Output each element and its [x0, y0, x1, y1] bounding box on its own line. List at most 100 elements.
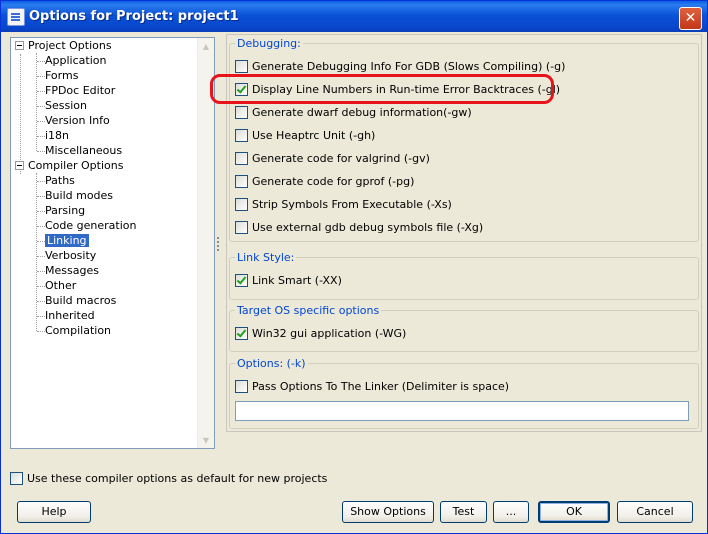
tree-node-application[interactable]: Application [45, 53, 106, 68]
tree-node-inherited[interactable]: Inherited [45, 308, 95, 323]
checkbox-box[interactable] [235, 274, 248, 287]
link-style-label: Link Style: [235, 251, 297, 264]
tree-node-messages[interactable]: Messages [45, 263, 99, 278]
debugging-label: Debugging: [235, 37, 303, 50]
checkbox-box[interactable] [10, 472, 23, 485]
tree-node-parsing[interactable]: Parsing [45, 203, 85, 218]
tree-node-linking[interactable]: Linking [45, 233, 89, 248]
tree-node-label: Compilation [45, 324, 112, 337]
checkbox-label: Generate code for gprof (-pg) [252, 175, 415, 188]
debug-option-checkbox[interactable]: Generate dwarf debug information(-gw) [235, 106, 472, 120]
tree-node-project-options[interactable]: Project Options [15, 38, 112, 53]
checkbox-label: Strip Symbols From Executable (-Xs) [252, 198, 452, 211]
tree-node-label: Paths [45, 174, 75, 187]
tree-node-label: i18n [45, 129, 70, 142]
tree-node-label: Inherited [45, 309, 95, 322]
tree-node-verbosity[interactable]: Verbosity [45, 248, 96, 263]
tree-line [37, 136, 45, 137]
tree-node-other[interactable]: Other [45, 278, 76, 293]
checkbox-label: Use Heaptrc Unit (-gh) [252, 129, 376, 142]
ok-button[interactable]: OK [538, 501, 610, 523]
tree-node-label: Linking [45, 234, 89, 247]
checkbox-box[interactable] [235, 380, 248, 393]
tree-node-version-info[interactable]: Version Info [45, 113, 110, 128]
tree-node-miscellaneous[interactable]: Miscellaneous [45, 143, 122, 158]
checkbox-box[interactable] [235, 106, 248, 119]
collapse-icon[interactable] [15, 41, 24, 50]
tree-node-session[interactable]: Session [45, 98, 87, 113]
checkbox-box[interactable] [235, 129, 248, 142]
debug-option-checkbox[interactable]: Generate Debugging Info For GDB (Slows C… [235, 60, 565, 74]
tree-node-label: Build macros [45, 294, 117, 307]
tree-node-build-modes[interactable]: Build modes [45, 188, 113, 203]
title-bar[interactable]: Options for Project: project1 ✕ [1, 1, 707, 32]
tree-line [37, 106, 45, 107]
win32-gui-checkbox[interactable]: Win32 gui application (-WG) [235, 327, 406, 341]
tree-node-label: Session [45, 99, 87, 112]
checkbox-box[interactable] [235, 327, 248, 340]
tree-node-label: Forms [45, 69, 79, 82]
debug-option-checkbox[interactable]: Strip Symbols From Executable (-Xs) [235, 198, 452, 212]
tree-line [37, 181, 45, 182]
tree-node-fpdoc-editor[interactable]: FPDoc Editor [45, 83, 115, 98]
tree-node-label: Messages [45, 264, 99, 277]
tree-node-compilation[interactable]: Compilation [45, 323, 111, 338]
link-smart-checkbox[interactable]: Link Smart (-XX) [235, 274, 342, 288]
tree-node-label: Miscellaneous [45, 144, 123, 157]
linker-options-input[interactable] [235, 401, 689, 421]
debug-option-checkbox[interactable]: Use Heaptrc Unit (-gh) [235, 129, 375, 143]
tree-line [37, 196, 45, 197]
checkbox-box[interactable] [235, 198, 248, 211]
checkbox-label: Generate dwarf debug information(-gw) [252, 106, 472, 119]
tree-node-label: Project Options [28, 39, 112, 52]
checkbox-label: Pass Options To The Linker (Delimiter is… [252, 380, 510, 393]
tree-node-label: Compiler Options [28, 159, 124, 172]
tree-line [37, 286, 45, 287]
tree-node-build-macros[interactable]: Build macros [45, 293, 116, 308]
tree-line [37, 91, 45, 92]
cancel-button[interactable]: Cancel [617, 501, 693, 523]
tree-line [37, 301, 45, 302]
tree-node-label: Application [45, 54, 107, 67]
tree-node-forms[interactable]: Forms [45, 68, 78, 83]
checkbox-label: Win32 gui application (-WG) [252, 327, 407, 340]
tree-line [37, 256, 45, 257]
tree-node-i18n[interactable]: i18n [45, 128, 69, 143]
tree-node-paths[interactable]: Paths [45, 173, 75, 188]
checkbox-label: Generate Debugging Info For GDB (Slows C… [252, 60, 566, 73]
tree-line [37, 151, 45, 152]
checkbox-box[interactable] [235, 60, 248, 73]
tree-line [37, 226, 45, 227]
checkbox-label: Use these compiler options as default fo… [27, 472, 328, 485]
tree-line [37, 316, 45, 317]
show-options-button[interactable]: Show Options [342, 501, 434, 523]
close-button[interactable]: ✕ [679, 7, 702, 30]
tree-node-label: Code generation [45, 219, 137, 232]
tree-line [37, 121, 45, 122]
checkbox-box[interactable] [235, 175, 248, 188]
collapse-icon[interactable] [15, 161, 24, 170]
checkbox-box[interactable] [235, 152, 248, 165]
help-button[interactable]: Help [17, 501, 91, 523]
scroll-up-icon[interactable]: ▲ [198, 38, 214, 54]
debug-option-checkbox[interactable]: Generate code for gprof (-pg) [235, 175, 414, 189]
window-title: Options for Project: project1 [29, 9, 239, 24]
tree-node-label: Verbosity [45, 249, 97, 262]
app-icon [7, 8, 25, 26]
checkbox-box[interactable] [235, 221, 248, 234]
tree-line [37, 241, 45, 242]
splitter-handle[interactable] [217, 236, 220, 256]
tree-node-label: FPDoc Editor [45, 84, 116, 97]
tree-node-label: Other [45, 279, 77, 292]
close-icon: ✕ [684, 10, 697, 26]
ellipsis-button[interactable]: ... [493, 501, 529, 523]
debug-option-checkbox[interactable]: Generate code for valgrind (-gv) [235, 152, 430, 166]
tree-node-code-generation[interactable]: Code generation [45, 218, 136, 233]
scroll-down-icon[interactable]: ▼ [198, 432, 214, 448]
options-tree[interactable]: Project Options Application Forms FPDoc Ed… [10, 37, 215, 449]
debug-option-checkbox[interactable]: Use external gdb debug symbols file (-Xg… [235, 221, 483, 235]
test-button[interactable]: Test [440, 501, 487, 523]
default-options-checkbox[interactable]: Use these compiler options as default fo… [10, 472, 327, 486]
tree-node-compiler-options[interactable]: Compiler Options [15, 158, 123, 173]
pass-options-checkbox[interactable]: Pass Options To The Linker (Delimiter is… [235, 380, 509, 394]
